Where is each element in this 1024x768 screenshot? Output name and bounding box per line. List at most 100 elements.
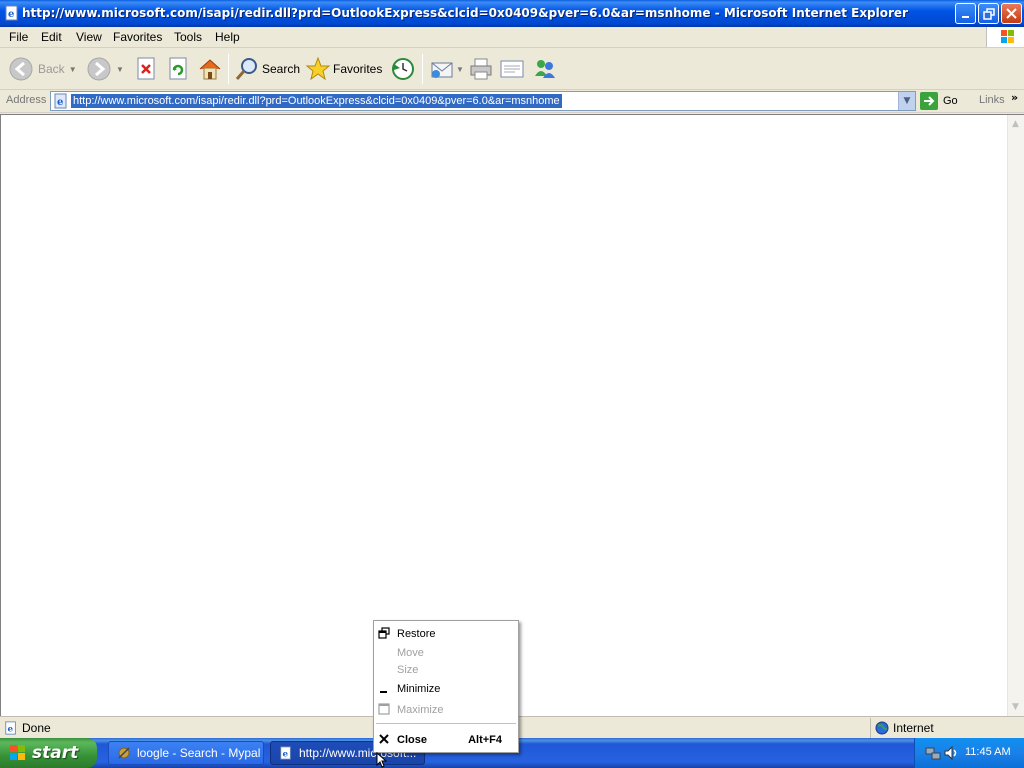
menu-item-label: Size (397, 664, 419, 676)
messenger-icon (535, 60, 555, 78)
svg-text:e: e (57, 97, 63, 108)
address-input[interactable]: e http://www.microsoft.com/isapi/redir.d… (50, 91, 916, 111)
history-icon (392, 58, 414, 80)
address-label: Address (6, 94, 47, 106)
toolbar-separator (422, 54, 423, 84)
favorites-label: Favorites (333, 62, 383, 76)
restore-icon (982, 7, 995, 20)
search-button[interactable]: Search (234, 54, 300, 84)
menu-item-label: Restore (397, 628, 436, 640)
menu-item-close[interactable]: Close Alt+F4 (374, 731, 518, 749)
svg-text:e: e (8, 725, 14, 735)
links-label[interactable]: Links (979, 94, 1005, 106)
start-button[interactable]: start (0, 738, 97, 768)
back-button[interactable]: Back ▼ (8, 54, 77, 84)
minimize-icon (961, 15, 969, 18)
network-icon[interactable] (925, 745, 941, 761)
menu-edit[interactable]: Edit (41, 30, 62, 44)
menu-item-size: Size (374, 661, 518, 679)
menu-item-minimize[interactable]: Minimize (374, 680, 518, 698)
history-button[interactable] (390, 54, 416, 84)
menu-favorites[interactable]: Favorites (113, 30, 162, 44)
search-label: Search (262, 62, 301, 76)
close-button[interactable] (1001, 3, 1022, 24)
menu-help[interactable]: Help (215, 30, 240, 44)
stop-icon (137, 57, 155, 80)
menu-item-move: Move (374, 644, 518, 662)
star-icon (305, 56, 331, 81)
menu-view[interactable]: View (76, 30, 102, 44)
refresh-button[interactable] (166, 54, 190, 84)
messenger-button[interactable] (532, 54, 558, 84)
edit-button[interactable] (499, 54, 525, 84)
status-done: e Done (4, 721, 51, 735)
windows-flag-icon (10, 745, 25, 760)
edit-page-icon (500, 60, 524, 78)
start-label: start (32, 743, 79, 763)
volume-icon[interactable] (943, 745, 959, 761)
menu-item-maximize: Maximize (374, 701, 518, 719)
menu-item-label: Move (397, 647, 424, 659)
close-icon (379, 734, 389, 744)
favorites-button[interactable]: Favorites (305, 54, 382, 84)
task-label: loogle - Search - Mypal (137, 746, 261, 760)
globe-icon (875, 721, 889, 735)
menu-item-restore[interactable]: Restore (374, 625, 518, 643)
address-bar: Address e http://www.microsoft.com/isapi… (0, 90, 1024, 113)
menu-item-label: Minimize (397, 683, 441, 695)
menu-item-shortcut: Alt+F4 (468, 734, 502, 746)
window-context-menu: Restore Move Size Minimize Maximize Clos… (373, 620, 519, 753)
minimize-icon (380, 691, 387, 693)
mail-icon (431, 62, 453, 78)
back-label: Back (38, 62, 65, 76)
forward-button[interactable]: ▼ (86, 54, 124, 84)
go-label: Go (943, 95, 958, 107)
home-icon (199, 59, 221, 80)
windows-logo (986, 27, 1024, 47)
clock[interactable]: 11:45 AM (965, 746, 1011, 758)
stop-button[interactable] (134, 54, 158, 84)
mouse-cursor-icon (376, 752, 388, 768)
toolbar-separator (228, 54, 229, 84)
restore-button[interactable] (978, 3, 999, 24)
status-text: Done (22, 721, 51, 735)
menu-item-label: Close (397, 734, 427, 746)
page-done-icon: e (5, 721, 16, 735)
zone-label: Internet (893, 721, 934, 735)
links-chevron-icon[interactable]: » (1011, 91, 1018, 104)
mypal-icon (118, 747, 130, 759)
scroll-up-icon[interactable]: ▲ (1012, 119, 1019, 129)
taskbar-button-mypal[interactable]: loogle - Search - Mypal (108, 741, 264, 765)
back-dropdown-icon[interactable]: ▼ (69, 65, 77, 74)
mail-dropdown-icon[interactable]: ▼ (456, 65, 464, 74)
go-arrow-icon (920, 92, 938, 110)
refresh-icon (169, 57, 187, 80)
svg-text:e: e (8, 9, 14, 20)
address-dropdown-icon[interactable]: ▼ (898, 92, 915, 110)
go-button[interactable]: Go (920, 92, 958, 110)
standard-toolbar: Back ▼ ▼ Search Favorites ▼ (0, 48, 1024, 90)
menu-separator (376, 723, 516, 724)
mail-button[interactable]: ▼ (429, 54, 464, 84)
windows-flag-icon (1001, 30, 1014, 43)
close-icon (1006, 8, 1017, 19)
title-bar[interactable]: e http://www.microsoft.com/isapi/redir.d… (0, 0, 1024, 27)
minimize-button[interactable] (955, 3, 976, 24)
printer-icon (470, 58, 492, 80)
system-tray: 11:45 AM (914, 738, 1024, 768)
back-arrow-icon (9, 57, 33, 81)
forward-arrow-icon (87, 57, 111, 81)
ie-page-icon: e (280, 746, 291, 760)
print-button[interactable] (468, 54, 494, 84)
menu-bar: File Edit View Favorites Tools Help (0, 27, 1024, 48)
maximize-icon (378, 703, 390, 715)
scroll-down-icon[interactable]: ▼ (1012, 702, 1019, 712)
address-url: http://www.microsoft.com/isapi/redir.dll… (71, 94, 562, 108)
forward-dropdown-icon[interactable]: ▼ (116, 65, 124, 74)
menu-item-label: Maximize (397, 704, 444, 716)
menu-tools[interactable]: Tools (174, 30, 202, 44)
vertical-scrollbar[interactable]: ▲ ▼ (1007, 115, 1024, 716)
menu-file[interactable]: File (9, 30, 28, 44)
svg-text:e: e (283, 750, 289, 760)
home-button[interactable] (197, 54, 223, 84)
